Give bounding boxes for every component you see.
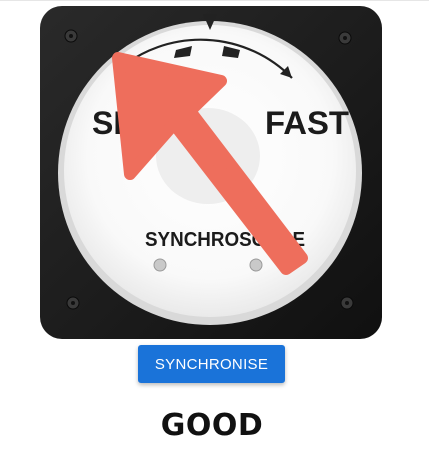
face-lamp-right	[249, 258, 263, 272]
synchroscope-gauge: SLOW FAST SYNCHROSCOPE	[40, 6, 382, 339]
screw-top-left	[64, 29, 78, 43]
synchroscope-page: SLOW FAST SYNCHROSCOPE SYNCHRONISE GOOD	[0, 0, 429, 456]
face-lamp-left	[153, 258, 167, 272]
top-divider	[0, 0, 429, 1]
synchroscope-graphic: SLOW FAST SYNCHROSCOPE	[40, 6, 382, 339]
screw-bottom-left	[66, 296, 80, 310]
fast-label: FAST	[265, 105, 349, 141]
status-text: GOOD	[160, 408, 264, 443]
screw-top-right	[338, 31, 352, 45]
screw-bottom-right	[340, 296, 354, 310]
synchronise-button[interactable]: SYNCHRONISE	[138, 345, 285, 383]
